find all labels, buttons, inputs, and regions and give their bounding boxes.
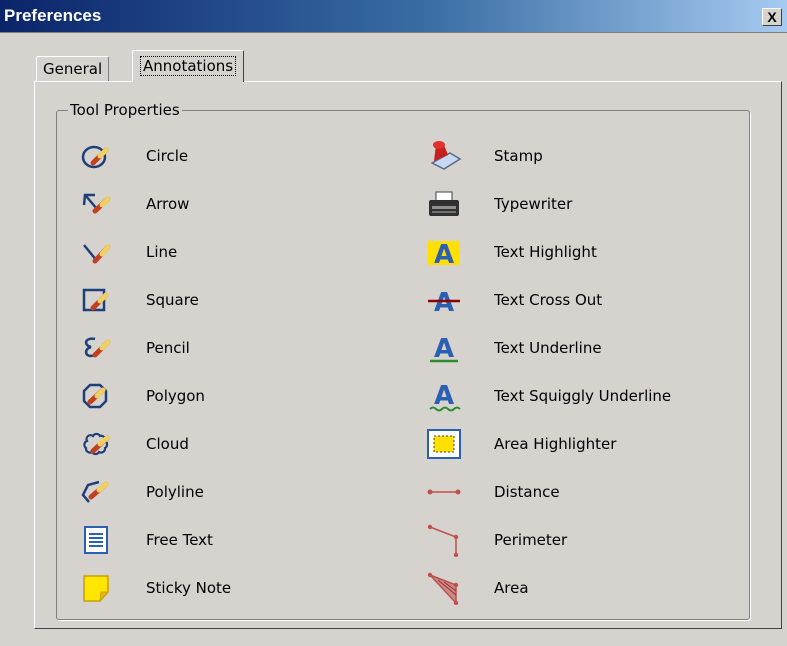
tab-annotations[interactable]: Annotations <box>132 50 245 82</box>
title-bar: Preferences X <box>0 0 787 33</box>
tab-annotations-label: Annotations <box>139 56 237 76</box>
window-title: Preferences <box>4 6 102 25</box>
tab-general-label: General <box>43 60 103 78</box>
tab-general[interactable]: General <box>36 56 110 82</box>
close-button[interactable]: X <box>762 8 782 26</box>
tab-panel <box>34 81 782 629</box>
tool-properties-legend: Tool Properties <box>68 101 182 119</box>
